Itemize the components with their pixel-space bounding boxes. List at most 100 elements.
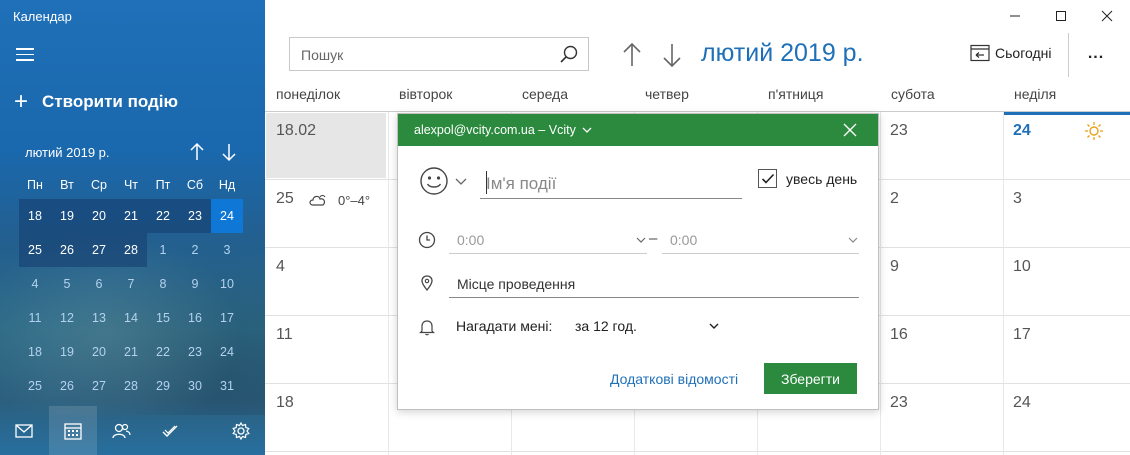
search-input[interactable] (301, 45, 551, 65)
mini-day[interactable]: 18 (19, 335, 51, 369)
hamburger-menu-icon[interactable] (16, 48, 34, 62)
mini-day[interactable]: 7 (115, 267, 147, 301)
mini-day[interactable]: 27 (83, 369, 115, 403)
mini-day[interactable]: 9 (179, 267, 211, 301)
save-button[interactable]: Зберегти (764, 363, 857, 394)
mini-day[interactable]: 29 (147, 369, 179, 403)
weekday-header: субота (891, 86, 935, 102)
mini-day[interactable]: 8 (147, 267, 179, 301)
today-button[interactable]: Сьогодні (970, 44, 1051, 62)
close-icon[interactable] (840, 120, 860, 140)
people-icon[interactable] (97, 406, 146, 455)
mini-next-month-icon[interactable] (220, 142, 238, 162)
mini-day[interactable]: 19 (51, 199, 83, 233)
day-cell-number[interactable]: 16 (890, 326, 908, 344)
mini-day[interactable]: 18 (19, 199, 51, 233)
chevron-down-icon (709, 323, 719, 329)
mini-day[interactable]: 2 (179, 233, 211, 267)
account-label: alexpol@vcity.com.ua – Vcity (414, 123, 576, 137)
today-day-number[interactable]: 24 (1013, 122, 1031, 140)
day-cell-number[interactable]: 18 (276, 394, 294, 412)
mini-weekday-header: Пн (27, 178, 43, 192)
mini-day[interactable]: 15 (147, 301, 179, 335)
mini-day[interactable]: 21 (115, 199, 147, 233)
day-cell-number[interactable]: 23 (890, 122, 908, 140)
reminder-select[interactable]: за 12 год. (568, 314, 720, 338)
end-time-select[interactable]: 0:00 (662, 226, 859, 254)
mini-day[interactable]: 27 (83, 233, 115, 267)
mini-day[interactable]: 3 (211, 233, 243, 267)
event-name-input[interactable] (480, 169, 742, 199)
day-cell-number[interactable]: 24 (1013, 394, 1031, 412)
mini-day[interactable]: 20 (83, 199, 115, 233)
new-event-button[interactable]: + Створити подію (14, 90, 179, 114)
chevron-down-icon (636, 237, 646, 243)
mini-day[interactable]: 21 (115, 335, 147, 369)
mini-day[interactable]: 5 (51, 267, 83, 301)
mini-day[interactable]: 28 (115, 369, 147, 403)
mini-day[interactable]: 25 (19, 233, 51, 267)
mini-day[interactable]: 24 (211, 335, 243, 369)
maximize-icon[interactable] (1038, 0, 1084, 32)
more-details-link[interactable]: Додаткові відомості (610, 371, 738, 387)
mini-day[interactable]: 26 (51, 369, 83, 403)
clock-icon (418, 231, 436, 249)
mini-day[interactable]: 19 (51, 335, 83, 369)
location-input[interactable] (449, 270, 859, 298)
mini-day[interactable]: 17 (211, 301, 243, 335)
mini-day[interactable]: 20 (83, 335, 115, 369)
new-event-popup: alexpol@vcity.com.ua – Vcity увесь день … (397, 113, 879, 410)
day-cell-number[interactable]: 10 (1013, 258, 1031, 276)
more-options-icon[interactable]: ... (1081, 42, 1111, 66)
mini-day[interactable]: 6 (83, 267, 115, 301)
mini-prev-month-icon[interactable] (188, 142, 206, 162)
day-cell-number[interactable]: 23 (890, 394, 908, 412)
day-cell-number[interactable]: 11 (276, 326, 293, 344)
day-cell-number[interactable]: 18.02 (276, 122, 316, 140)
mini-day[interactable]: 25 (19, 369, 51, 403)
emoji-picker[interactable] (419, 166, 468, 196)
close-window-icon[interactable] (1084, 0, 1130, 32)
todo-icon[interactable] (146, 406, 195, 455)
chevron-down-icon (848, 237, 858, 243)
settings-icon[interactable] (217, 406, 266, 455)
minimize-icon[interactable] (992, 0, 1038, 32)
search-icon[interactable] (558, 44, 580, 66)
month-title[interactable]: лютий 2019 р. (701, 39, 864, 68)
day-cell-number[interactable]: 25 (276, 190, 294, 208)
calendar-icon[interactable] (48, 406, 97, 455)
mini-day[interactable]: 1 (147, 233, 179, 267)
mini-day[interactable]: 14 (115, 301, 147, 335)
weather-forecast: 0°–4° (308, 192, 370, 208)
day-cell-number[interactable]: 17 (1013, 326, 1031, 344)
mini-day[interactable]: 22 (147, 335, 179, 369)
sun-weather-icon (1084, 121, 1104, 146)
app-title: Календар (13, 9, 72, 24)
mini-day[interactable]: 11 (19, 301, 51, 335)
mini-day[interactable]: 26 (51, 233, 83, 267)
mini-day[interactable]: 13 (83, 301, 115, 335)
day-cell-number[interactable]: 3 (1013, 190, 1022, 208)
mini-day[interactable]: 28 (115, 233, 147, 267)
mini-calendar-month[interactable]: лютий 2019 р. (25, 145, 110, 160)
start-time-select[interactable]: 0:00 (449, 226, 647, 254)
mini-day[interactable]: 23 (179, 335, 211, 369)
mini-day[interactable]: 23 (179, 199, 211, 233)
mini-day[interactable]: 4 (19, 267, 51, 301)
next-month-icon[interactable] (660, 40, 684, 70)
mini-day[interactable]: 31 (211, 369, 243, 403)
mini-day[interactable]: 10 (211, 267, 243, 301)
new-event-label: Створити подію (42, 92, 179, 111)
mini-day[interactable]: 16 (179, 301, 211, 335)
mini-day[interactable]: 12 (51, 301, 83, 335)
all-day-checkbox[interactable]: увесь день (758, 169, 857, 188)
mini-day[interactable]: 22 (147, 199, 179, 233)
mini-day-today[interactable]: 24 (211, 199, 243, 233)
mini-day[interactable]: 30 (179, 369, 211, 403)
day-cell-number[interactable]: 4 (276, 258, 285, 276)
day-cell-number[interactable]: 9 (890, 258, 899, 276)
mail-icon[interactable] (0, 406, 49, 455)
prev-month-icon[interactable] (620, 40, 644, 70)
account-selector[interactable]: alexpol@vcity.com.ua – Vcity (414, 123, 593, 137)
day-cell-number[interactable]: 2 (890, 190, 899, 208)
